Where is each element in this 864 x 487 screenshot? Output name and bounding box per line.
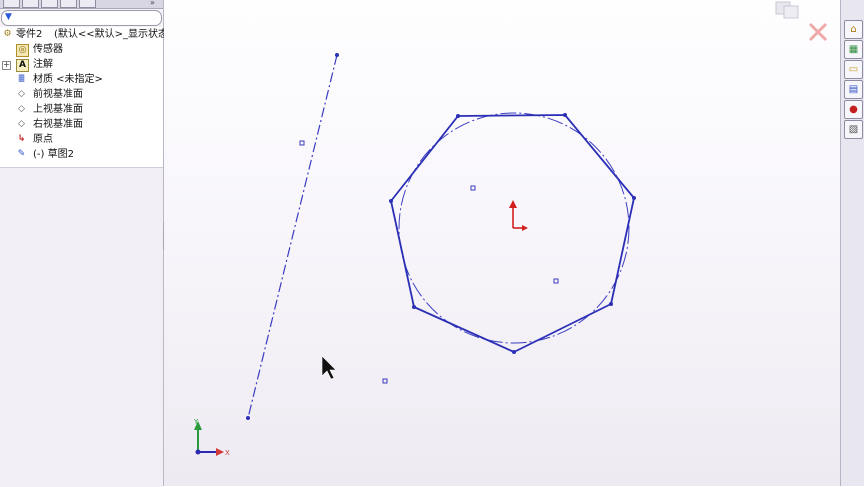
part-label: 零件2 [16, 29, 43, 40]
feature-manager-panel: » ▼ ⚙ 零件2 (默认<<默认>_显示状态 ◎ 传感器 + A 注解 ≣ 材… [0, 0, 168, 487]
file-explorer-icon[interactable]: ▭ [844, 60, 863, 79]
line-endpoint[interactable] [335, 53, 339, 57]
appearances-icon[interactable]: ● [844, 100, 863, 119]
vertex-point[interactable] [512, 350, 516, 354]
part-config: (默认<<默认>_显示状态 [54, 29, 169, 40]
svg-text:Y: Y [193, 418, 199, 426]
tab-configuration-manager[interactable] [41, 0, 58, 8]
tree-label: 原点 [33, 134, 53, 145]
vertex-point[interactable] [456, 114, 460, 118]
tree-label: 右视基准面 [33, 119, 83, 130]
vertex-point[interactable] [609, 302, 613, 306]
origin-icon: ↳ [17, 134, 26, 144]
custom-properties-icon[interactable]: ▧ [844, 120, 863, 139]
panel-tab-strip: » [0, 0, 163, 9]
sketch-canvas[interactable]: Y X [164, 0, 840, 486]
sketch-point[interactable] [470, 185, 476, 191]
expand-icon[interactable]: + [2, 61, 11, 70]
tree-label: 材质 <未指定> [33, 74, 103, 85]
tree-label: 传感器 [33, 44, 63, 55]
vertex-point[interactable] [563, 113, 567, 117]
sketch-point[interactable] [553, 278, 559, 284]
vertex-point[interactable] [389, 199, 393, 203]
vertex-point[interactable] [412, 305, 416, 309]
plane-icon: ◇ [18, 119, 25, 129]
sketch-point[interactable] [299, 140, 305, 146]
design-library-icon[interactable]: ▦ [844, 40, 863, 59]
graphics-area[interactable]: Y X [164, 0, 840, 486]
sketch-origin-icon [509, 200, 528, 231]
reference-triad-icon: Y X [193, 418, 230, 457]
polygon-vertices[interactable] [389, 113, 636, 354]
mouse-cursor-icon [321, 355, 337, 380]
view-palette-icon[interactable]: ▤ [844, 80, 863, 99]
tab-display-manager[interactable] [79, 0, 96, 8]
annotation-icon: A [16, 59, 29, 72]
plane-icon: ◇ [18, 104, 25, 114]
tree-label: (-) 草图2 [33, 149, 74, 160]
heptagon-sketch[interactable] [390, 114, 635, 353]
tree-filter-input[interactable]: ▼ [1, 10, 162, 26]
home-icon[interactable]: ⌂ [844, 20, 863, 39]
tree-label: 上视基准面 [33, 104, 83, 115]
tab-feature-manager[interactable] [3, 0, 20, 8]
svg-text:X: X [225, 449, 230, 457]
confirmation-corner-icon[interactable] [772, 0, 806, 22]
panel-collapse-icon[interactable]: » [150, 0, 155, 7]
exit-sketch-close-icon[interactable] [806, 20, 830, 44]
tree-label: 注解 [33, 59, 53, 70]
tab-dim-xpert[interactable] [60, 0, 77, 8]
sketch-icon: ✎ [17, 149, 26, 159]
plane-icon: ◇ [18, 89, 25, 99]
material-icon: ≣ [17, 74, 26, 84]
sketch-point[interactable] [382, 378, 388, 384]
tree-label: 前视基准面 [33, 89, 83, 100]
sensor-icon: ◎ [16, 44, 29, 57]
tab-property-manager[interactable] [22, 0, 39, 8]
feature-tree: ⚙ 零件2 (默认<<默认>_显示状态 ◎ 传感器 + A 注解 ≣ 材质 <未… [0, 27, 168, 167]
task-pane: ⌂ ▦ ▭ ▤ ● ▧ [840, 0, 864, 486]
part-icon: ⚙ [3, 29, 12, 39]
filter-icon: ▼ [5, 12, 12, 22]
panel-empty-area [0, 167, 163, 487]
vertex-point[interactable] [632, 196, 636, 200]
line-endpoint[interactable] [246, 416, 250, 420]
